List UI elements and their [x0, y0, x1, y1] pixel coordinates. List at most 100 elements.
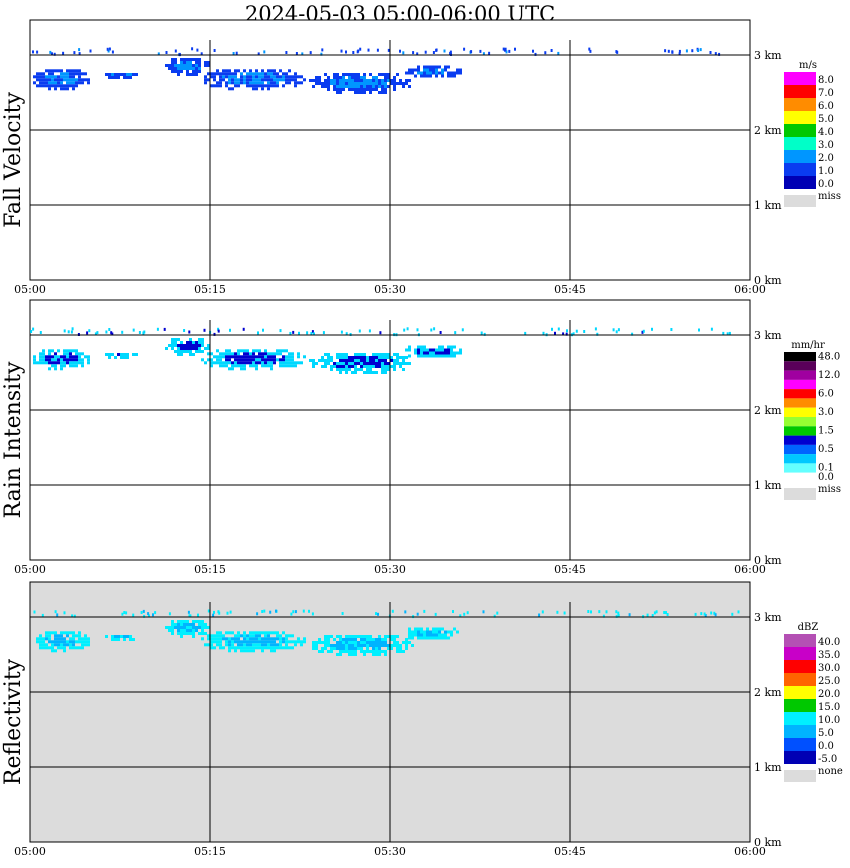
echo-pixel [198, 338, 201, 341]
colorbar-missing-label: none [818, 766, 843, 777]
echo-pixel [258, 352, 261, 356]
echo-pixel [183, 64, 186, 67]
colorbar-swatch [784, 176, 816, 189]
echo-pixel [450, 71, 453, 75]
echo-pixel [414, 633, 417, 637]
echo-pixel [363, 353, 366, 356]
echo-pixel [114, 635, 117, 638]
echo-pixel [234, 75, 237, 79]
echo-pixel [225, 349, 228, 353]
echo-pixel [351, 79, 354, 82]
y-tick-label: 2 km [754, 686, 782, 699]
echo-pixel [357, 359, 360, 362]
echo-pixel [336, 641, 339, 644]
echo-pixel [126, 353, 129, 356]
echo-pixel [351, 638, 354, 641]
echo-pixel [252, 78, 255, 82]
echo-pixel [270, 84, 273, 88]
echo-pixel [249, 69, 252, 73]
echo-pixel [354, 371, 357, 374]
echo-pixel [69, 84, 72, 88]
echo-pixel [261, 640, 264, 644]
echo-pixel [180, 632, 183, 635]
echo-pixel [282, 72, 285, 76]
echo-pixel [315, 76, 318, 79]
echo-pixel [105, 635, 108, 638]
echo-pixel [279, 634, 282, 638]
echo-pixel [246, 637, 249, 641]
echo-pixel [177, 344, 180, 347]
echo-pixel [366, 365, 369, 368]
echo-pixel [39, 75, 42, 79]
echo-pixel [225, 631, 228, 635]
echo-pixel [369, 82, 372, 85]
echo-pixel [255, 367, 258, 371]
echo-pixel [297, 75, 300, 79]
echo-pixel [345, 82, 348, 85]
echo-pixel [417, 68, 420, 72]
echo-pixel [399, 362, 402, 365]
echo-speckle [563, 611, 566, 615]
echo-speckle [142, 609, 145, 613]
echo-pixel [369, 88, 372, 91]
echo-pixel [279, 75, 282, 79]
echo-speckle [416, 612, 419, 616]
echo-pixel [63, 84, 66, 88]
echo-speckle [663, 611, 666, 614]
echo-speckle [557, 327, 560, 331]
echo-pixel [378, 635, 381, 638]
echo-pixel [180, 64, 183, 67]
echo-pixel [261, 649, 264, 653]
echo-pixel [270, 646, 273, 650]
echo-pixel [243, 364, 246, 368]
echo-pixel [270, 352, 273, 356]
echo-pixel [273, 649, 276, 653]
echo-pixel [372, 641, 375, 644]
echo-pixel [348, 635, 351, 638]
echo-pixel [81, 646, 84, 650]
echo-pixel [345, 356, 348, 359]
colorbar-label: 4.0 [818, 127, 834, 138]
echo-pixel [219, 352, 222, 356]
echo-pixel [339, 359, 342, 362]
echo-pixel [192, 73, 195, 76]
echo-speckle [106, 47, 109, 51]
echo-pixel [201, 338, 204, 341]
echo-pixel [228, 367, 231, 371]
echo-pixel [456, 351, 459, 355]
echo-pixel [72, 87, 75, 91]
echo-pixel [375, 644, 378, 647]
echo-pixel [255, 87, 258, 91]
echo-pixel [72, 643, 75, 647]
echo-pixel [360, 82, 363, 85]
echo-pixel [264, 646, 267, 650]
echo-pixel [324, 365, 327, 368]
echo-pixel [339, 647, 342, 650]
echo-speckle [551, 327, 553, 331]
echo-pixel [342, 76, 345, 79]
echo-pixel [354, 644, 357, 647]
echo-pixel [72, 81, 75, 85]
echo-pixel [84, 637, 87, 641]
echo-pixel [360, 91, 363, 94]
echo-speckle [544, 51, 547, 55]
echo-pixel [174, 344, 177, 347]
echo-speckle [566, 329, 568, 333]
echo-pixel [255, 72, 258, 76]
echo-pixel [36, 361, 39, 365]
echo-pixel [405, 638, 408, 641]
echo-pixel [228, 649, 231, 653]
echo-pixel [234, 637, 237, 641]
echo-pixel [189, 341, 192, 344]
echo-pixel [225, 81, 228, 85]
echo-speckle [542, 331, 545, 335]
echo-pixel [252, 649, 255, 653]
echo-pixel [327, 85, 330, 88]
echo-pixel [270, 355, 273, 359]
echo-pixel [219, 355, 222, 359]
echo-pixel [363, 362, 366, 365]
colorbar-label: 1.0 [818, 166, 834, 177]
echo-pixel [267, 643, 270, 647]
echo-pixel [267, 87, 270, 91]
echo-pixel [267, 634, 270, 638]
